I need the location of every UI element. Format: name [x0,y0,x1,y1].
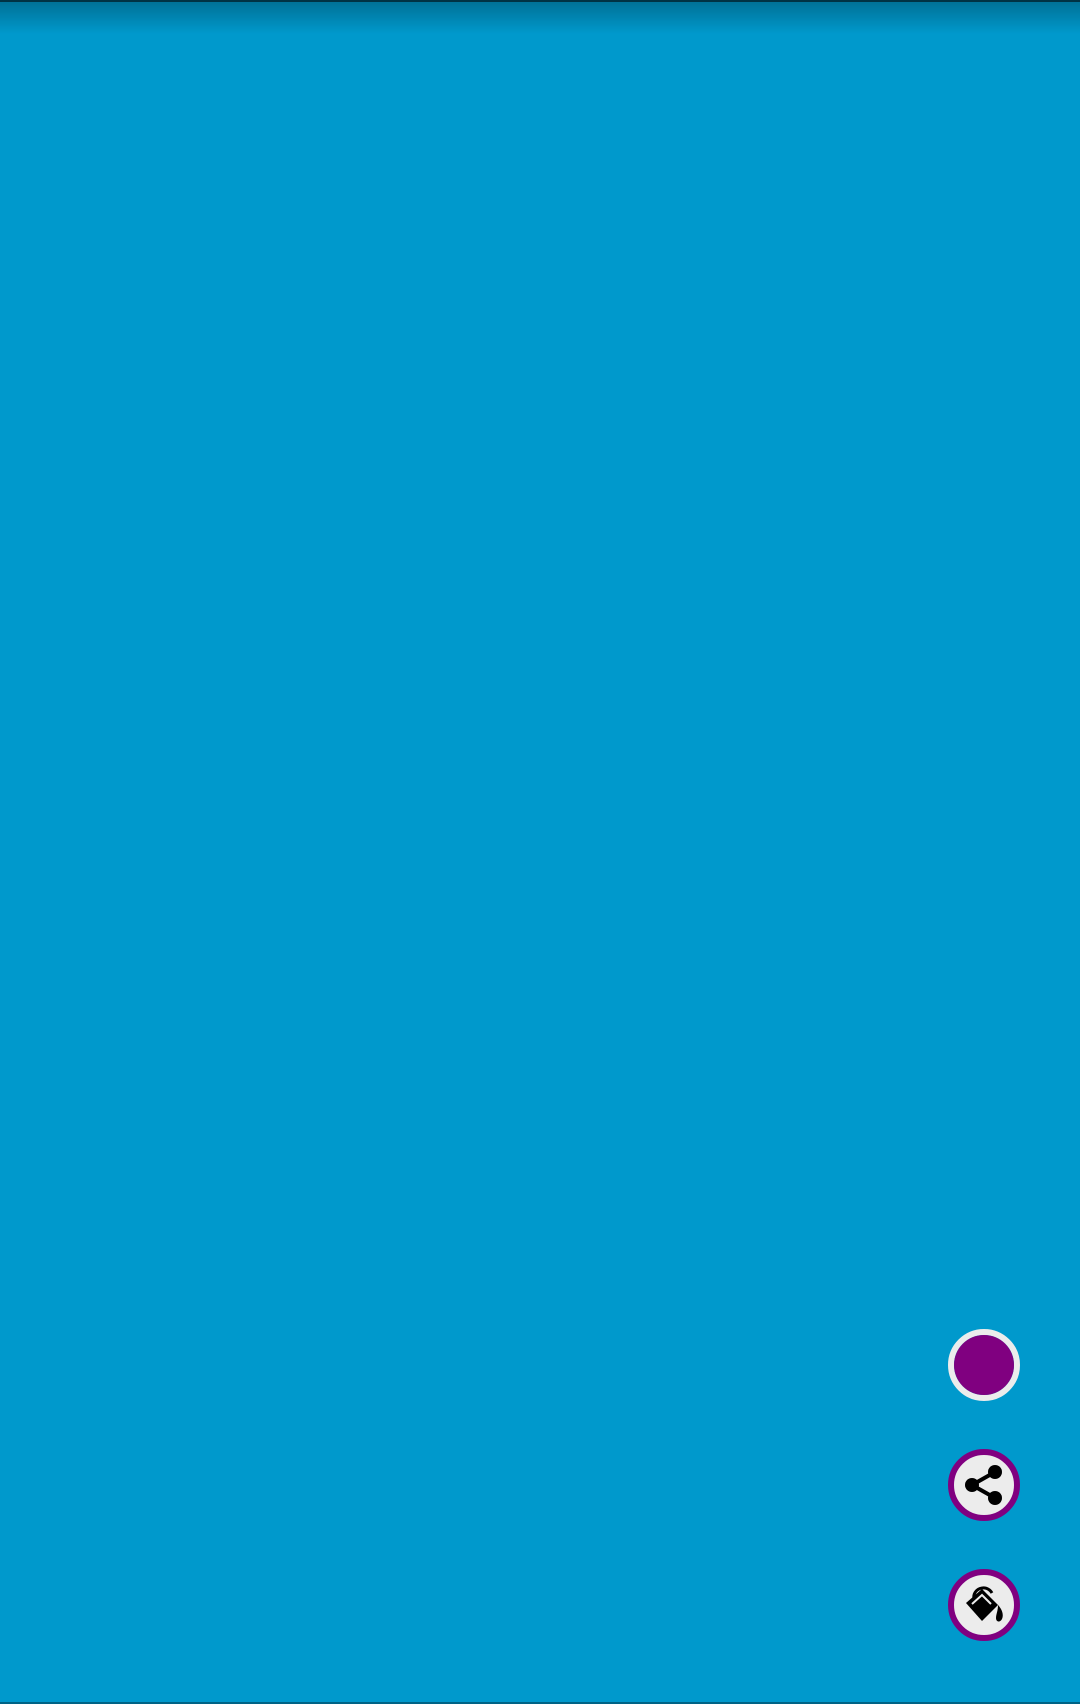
top-edge-line [0,0,1080,2]
paint-bucket-icon [958,1579,1010,1631]
paint-bucket-button[interactable] [948,1569,1020,1641]
color-swatch-icon [954,1335,1014,1395]
current-color-button[interactable] [948,1329,1020,1401]
status-bar-shadow [0,0,1080,34]
canvas-screen[interactable] [0,0,1080,1704]
share-icon [959,1460,1009,1510]
share-button[interactable] [948,1449,1020,1521]
